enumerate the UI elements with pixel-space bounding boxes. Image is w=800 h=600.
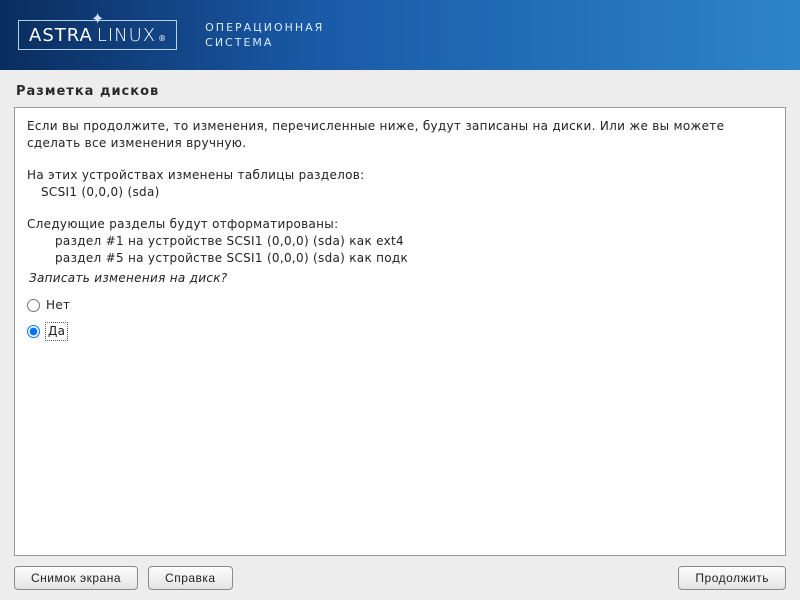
radio-input-no[interactable] — [27, 299, 40, 312]
header-subtitle: ОПЕРАЦИОННАЯ СИСТЕМА — [205, 20, 324, 51]
page-title: Разметка дисков — [16, 84, 786, 99]
confirm-question: Записать изменения на диск? — [29, 270, 773, 287]
devices-heading: На этих устройствах изменены таблицы раз… — [27, 167, 773, 184]
radio-group: Нет Да — [27, 297, 773, 340]
screenshot-button[interactable]: Снимок экрана — [14, 566, 138, 590]
footer-bar: Снимок экрана Справка Продолжить — [14, 556, 786, 590]
help-button[interactable]: Справка — [148, 566, 233, 590]
radio-option-yes[interactable]: Да — [27, 323, 773, 340]
device-line-1: SCSI1 (0,0,0) (sda) — [27, 184, 773, 201]
installer-body: Разметка дисков Если вы продолжите, то и… — [0, 70, 800, 600]
installer-header: ✦ ASTRA LINUX ® ОПЕРАЦИОННАЯ СИСТЕМА — [0, 0, 800, 70]
format-line-2: раздел #5 на устройстве SCSI1 (0,0,0) (s… — [27, 250, 773, 267]
radio-option-no[interactable]: Нет — [27, 297, 773, 314]
intro-text: Если вы продолжите, то изменения, перечи… — [27, 118, 773, 153]
continue-button[interactable]: Продолжить — [678, 566, 786, 590]
registered-mark: ® — [158, 34, 166, 43]
radio-label-yes[interactable]: Да — [46, 323, 67, 340]
logo-text-linux: LINUX — [97, 25, 156, 46]
format-line-1: раздел #1 на устройстве SCSI1 (0,0,0) (s… — [27, 233, 773, 250]
radio-input-yes[interactable] — [27, 325, 40, 338]
format-heading: Следующие разделы будут отформатированы: — [27, 216, 773, 233]
subtitle-line-1: ОПЕРАЦИОННАЯ — [205, 20, 324, 35]
content-panel: Если вы продолжите, то изменения, перечи… — [14, 107, 786, 556]
astra-linux-logo: ✦ ASTRA LINUX ® — [18, 20, 177, 50]
logo-text-astra: ASTRA — [29, 25, 93, 46]
star-icon: ✦ — [91, 11, 104, 27]
radio-label-no[interactable]: Нет — [46, 297, 70, 314]
subtitle-line-2: СИСТЕМА — [205, 35, 324, 50]
